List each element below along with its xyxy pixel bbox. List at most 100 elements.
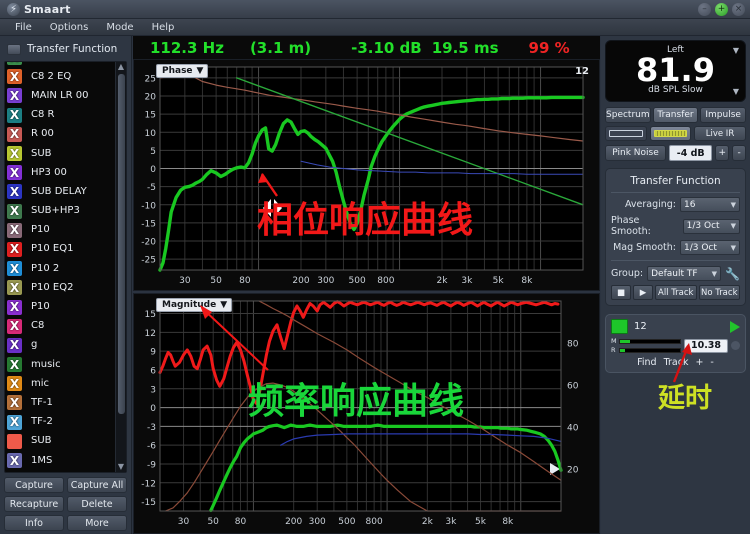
trace-color-swatch-icon[interactable]	[7, 433, 22, 449]
trace-color-swatch-icon[interactable]: X	[7, 107, 22, 123]
delay-increase-button[interactable]: +	[695, 357, 703, 368]
trace-list-item[interactable]: X HP3 00	[5, 163, 115, 182]
trace-color-swatch-icon[interactable]: X	[7, 337, 22, 353]
find-button[interactable]: Find	[637, 357, 656, 368]
generator-level-decrease-button[interactable]: -	[732, 145, 746, 161]
trace-color-swatch-icon[interactable]: X	[7, 453, 22, 469]
pink-noise-button[interactable]: Pink Noise	[605, 145, 667, 161]
menu-item-file[interactable]: File	[6, 21, 41, 34]
trace-list[interactable]: XC8 1XC8 2 EQXMAIN LR 00XC8 RXR 00XSUBXH…	[4, 61, 127, 473]
play-icon[interactable]	[730, 320, 740, 333]
trace-list-item[interactable]: X C8 2 EQ	[5, 67, 115, 86]
trace-list-item[interactable]: X P10 2	[5, 259, 115, 278]
more-button[interactable]: More	[67, 515, 127, 531]
trace-list-item[interactable]: X SUB	[5, 144, 115, 163]
panel-grip-icon[interactable]	[7, 43, 21, 55]
minimize-button[interactable]: –	[698, 3, 711, 16]
tf-field-select[interactable]: 1/3 Oct ▼	[680, 240, 740, 255]
trace-list-item[interactable]: X P10 EQ2	[5, 278, 115, 297]
tab-impulse[interactable]: Impulse	[700, 107, 747, 123]
delete-button[interactable]: Delete	[67, 496, 127, 512]
magnitude-chart-menu[interactable]: Magnitude ▼	[156, 298, 233, 312]
chevron-up-icon[interactable]: ▲	[116, 62, 126, 72]
tf-field-select[interactable]: 1/3 Oct ▼	[682, 218, 740, 234]
chevron-down-icon[interactable]: ▼	[197, 66, 204, 76]
close-button[interactable]: ×	[732, 3, 745, 16]
all-track-button[interactable]: All Track	[655, 285, 697, 300]
trace-list-item[interactable]: X R 00	[5, 125, 115, 144]
track-button[interactable]: Track	[664, 357, 689, 368]
menu-item-help[interactable]: Help	[143, 21, 184, 34]
trace-list-item[interactable]: X SUB+HP3	[5, 202, 115, 221]
capture-all-button[interactable]: Capture All	[67, 477, 127, 493]
tab-transfer[interactable]: Transfer	[652, 107, 699, 123]
chevron-down-icon[interactable]: ▼	[731, 244, 736, 252]
trace-list-item[interactable]: XS+F	[5, 470, 115, 472]
trace-color-swatch-icon[interactable]: X	[7, 222, 22, 238]
capture-button[interactable]: Capture	[4, 477, 64, 493]
generator-level-field[interactable]: -4 dB	[669, 145, 713, 161]
menu-item-options[interactable]: Options	[41, 21, 98, 34]
trace-color-swatch-icon[interactable]: X	[7, 261, 22, 277]
trace-list-item[interactable]: X P10	[5, 297, 115, 316]
trace-list-item[interactable]: X SUB DELAY	[5, 182, 115, 201]
tf-field-select[interactable]: 16 ▼	[680, 197, 740, 212]
trace-list-scrollbar[interactable]: ▲ ▼	[115, 62, 126, 472]
group-select[interactable]: Default TF ▼	[647, 266, 722, 281]
trace-color-swatch-icon[interactable]: X	[7, 165, 22, 181]
trace-list-item[interactable]: X MAIN LR 00	[5, 86, 115, 105]
trace-color-swatch-icon[interactable]: X	[7, 395, 22, 411]
tab-spectrum[interactable]: Spectrum	[605, 107, 651, 123]
chevron-down-icon[interactable]: ▼	[712, 270, 717, 278]
trace-color-swatch-icon[interactable]: X	[7, 414, 22, 430]
delay-value-field[interactable]: 10.38	[684, 338, 728, 353]
recapture-button[interactable]: Recapture	[4, 496, 64, 512]
trace-list-scroll[interactable]: XC8 1XC8 2 EQXMAIN LR 00XC8 RXR 00XSUBXH…	[5, 62, 115, 472]
trace-color-swatch-icon[interactable]: X	[7, 146, 22, 162]
spl-channel-chevron-icon[interactable]: ▼	[733, 46, 739, 55]
trace-list-item[interactable]: X C8	[5, 317, 115, 336]
trace-color-swatch-icon[interactable]: X	[7, 62, 22, 66]
trace-list-item[interactable]: Xmic	[5, 374, 115, 393]
trace-list-item[interactable]: X P10	[5, 221, 115, 240]
play-icon[interactable]: ▶	[633, 285, 653, 300]
trace-color-swatch-icon[interactable]: X	[7, 203, 22, 219]
scrollbar-thumb[interactable]	[118, 74, 125, 414]
trace-list-item[interactable]: X C8 R	[5, 106, 115, 125]
generator-level-increase-button[interactable]: +	[715, 145, 730, 161]
chevron-down-icon[interactable]: ▼	[220, 300, 227, 310]
delay-decrease-button[interactable]: -	[710, 357, 713, 368]
trace-list-item[interactable]: X 1MS	[5, 451, 115, 470]
trace-list-item[interactable]: X TF-1	[5, 393, 115, 412]
trace-color-swatch-icon[interactable]: X	[7, 376, 22, 392]
spl-meter[interactable]: ▼ Left 81.9 dB SPL Slow ▼	[605, 40, 746, 102]
no-track-button[interactable]: No Track	[698, 285, 740, 300]
zoom-button[interactable]: +	[715, 3, 728, 16]
trace-list-item[interactable]: Xmusic	[5, 355, 115, 374]
input-level-right[interactable]	[649, 126, 691, 141]
trace-color-swatch-icon[interactable]: X	[7, 126, 22, 142]
chevron-down-icon[interactable]: ▼	[116, 462, 126, 472]
spl-unit-chevron-icon[interactable]: ▼	[733, 87, 739, 96]
input-level-left[interactable]	[605, 126, 647, 141]
trace-color-swatch-icon[interactable]: X	[7, 69, 22, 85]
delay-color-swatch[interactable]	[611, 319, 628, 334]
trace-list-item[interactable]: X TF-2	[5, 413, 115, 432]
trace-color-swatch-icon[interactable]: X	[7, 318, 22, 334]
chevron-down-icon[interactable]: ▼	[731, 201, 736, 209]
live-ir-button[interactable]: Live IR	[694, 126, 746, 141]
trace-color-swatch-icon[interactable]: X	[7, 184, 22, 200]
stop-icon[interactable]: ■	[611, 285, 631, 300]
phase-chart-menu[interactable]: Phase ▼	[156, 64, 209, 78]
trace-color-swatch-icon[interactable]: X	[7, 88, 22, 104]
chevron-down-icon[interactable]: ▼	[731, 222, 736, 230]
wrench-icon[interactable]: 🔧	[725, 268, 740, 280]
trace-color-swatch-icon[interactable]: X	[7, 241, 22, 257]
trace-list-item[interactable]: SUB	[5, 432, 115, 451]
phase-chart[interactable]: Phase ▼ 12 25 20 15 10 5 0 -5 -10 -15 -20 -25 30 50 8…	[133, 59, 600, 291]
menu-item-mode[interactable]: Mode	[97, 21, 142, 34]
trace-list-item[interactable]: Xg	[5, 336, 115, 355]
trace-color-swatch-icon[interactable]: X	[7, 299, 22, 315]
info-button[interactable]: Info	[4, 515, 64, 531]
trace-list-item[interactable]: X P10 EQ1	[5, 240, 115, 259]
